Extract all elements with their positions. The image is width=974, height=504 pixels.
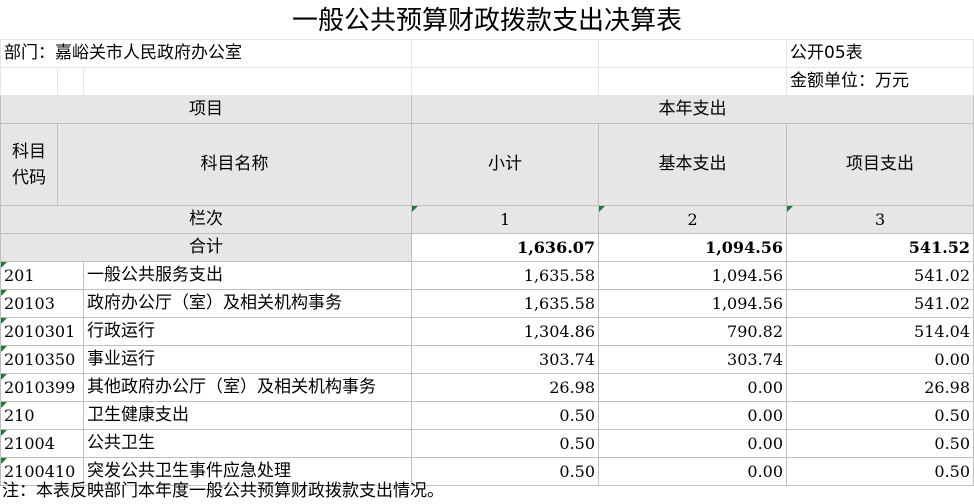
subtotal-value: 26.98 xyxy=(411,373,600,402)
header-project: 项目 xyxy=(0,95,413,124)
header-basic: 基本支出 xyxy=(598,123,788,206)
basic-value: 303.74 xyxy=(598,345,788,374)
table-row: 2010301 行政运行 1,304.86 790.82 514.04 xyxy=(0,317,974,346)
total-project: 541.52 xyxy=(786,233,974,262)
table-row: 210 卫生健康支出 0.50 0.00 0.50 xyxy=(0,401,974,430)
subject-code: 21004 xyxy=(0,429,84,458)
subtotal-value: 0.50 xyxy=(411,429,600,458)
header-subtotal: 小计 xyxy=(411,123,600,206)
header-lanci: 栏次 xyxy=(0,205,413,234)
subject-code: 2010350 xyxy=(0,345,84,374)
project-value: 514.04 xyxy=(786,317,974,346)
col-index-2: 2 xyxy=(598,205,788,234)
basic-value: 0.00 xyxy=(598,401,788,430)
table-row: 201 一般公共服务支出 1,635.58 1,094.56 541.02 xyxy=(0,261,974,290)
project-value: 541.02 xyxy=(786,289,974,318)
basic-value: 0.00 xyxy=(598,457,788,486)
table-row: 2010350 事业运行 303.74 303.74 0.00 xyxy=(0,345,974,374)
table-title: 一般公共预算财政拨款支出决算表 xyxy=(291,6,682,36)
header-subject-code: 科目代码 xyxy=(0,123,58,206)
table-row: 2010399 其他政府办公厅（室）及相关机构事务 26.98 0.00 26.98 xyxy=(0,373,974,402)
subject-code: 2010399 xyxy=(0,373,84,402)
basic-value: 1,094.56 xyxy=(598,289,788,318)
project-value: 0.50 xyxy=(786,401,974,430)
header-subject-name: 科目名称 xyxy=(56,123,413,206)
basic-value: 0.00 xyxy=(598,373,788,402)
project-value: 26.98 xyxy=(786,373,974,402)
amount-unit: 金额单位：万元 xyxy=(786,67,974,96)
subject-name: 公共卫生 xyxy=(82,429,413,458)
basic-value: 0.00 xyxy=(598,429,788,458)
col-index-3: 3 xyxy=(786,205,974,234)
table-row: 20103 政府办公厅（室）及相关机构事务 1,635.58 1,094.56 541.… xyxy=(0,289,974,318)
department-label: 部门：嘉峪关市人民政府办公室 xyxy=(0,39,413,68)
project-value: 0.50 xyxy=(786,457,974,486)
subject-name: 一般公共服务支出 xyxy=(82,261,413,290)
subject-name: 事业运行 xyxy=(82,345,413,374)
form-number: 公开05表 xyxy=(786,39,974,68)
subject-name: 行政运行 xyxy=(82,317,413,346)
project-value: 0.50 xyxy=(786,429,974,458)
expenditure-table: 部门：嘉峪关市人民政府办公室 公开05表 金额单位：万元 项目 本年支出 科目代… xyxy=(0,39,974,486)
subtotal-value: 303.74 xyxy=(411,345,600,374)
subject-code: 210 xyxy=(0,401,84,430)
subject-name: 其他政府办公厅（室）及相关机构事务 xyxy=(82,373,413,402)
subtotal-value: 1,635.58 xyxy=(411,261,600,290)
basic-value: 790.82 xyxy=(598,317,788,346)
subtotal-value: 1,304.86 xyxy=(411,317,600,346)
subtotal-value: 0.50 xyxy=(411,401,600,430)
header-this-year: 本年支出 xyxy=(411,95,974,124)
project-value: 541.02 xyxy=(786,261,974,290)
project-value: 0.00 xyxy=(786,345,974,374)
subject-name: 政府办公厅（室）及相关机构事务 xyxy=(82,289,413,318)
subject-code: 20103 xyxy=(0,289,84,318)
footnote: 注：本表反映部门本年度一般公共预算财政拨款支出情况。 xyxy=(2,481,444,501)
subject-name: 卫生健康支出 xyxy=(82,401,413,430)
total-subtotal: 1,636.07 xyxy=(411,233,600,262)
total-label: 合计 xyxy=(0,233,413,262)
table-row: 21004 公共卫生 0.50 0.00 0.50 xyxy=(0,429,974,458)
header-project-exp: 项目支出 xyxy=(786,123,974,206)
col-index-1: 1 xyxy=(411,205,600,234)
subject-code: 201 xyxy=(0,261,84,290)
basic-value: 1,094.56 xyxy=(598,261,788,290)
subject-code: 2010301 xyxy=(0,317,84,346)
total-basic: 1,094.56 xyxy=(598,233,788,262)
subtotal-value: 1,635.58 xyxy=(411,289,600,318)
